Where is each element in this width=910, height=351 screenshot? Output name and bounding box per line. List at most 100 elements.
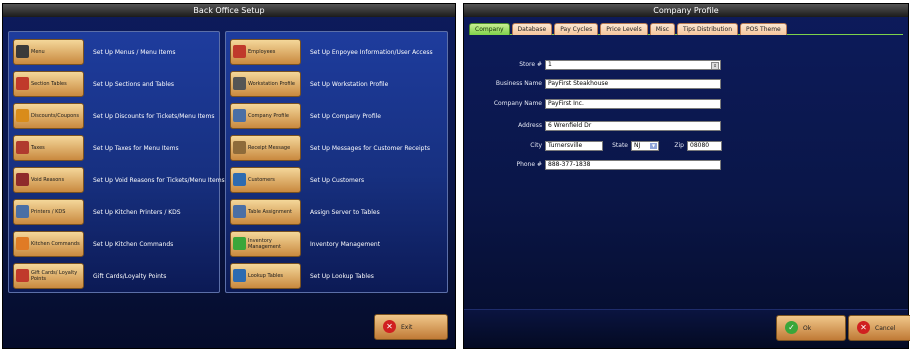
check-icon: ✓ [785,321,798,334]
printer-button[interactable]: Printers / KDS [13,199,84,225]
tab-misc[interactable]: Misc [649,23,675,35]
address-label: Address [518,122,542,129]
cancel-button[interactable]: ✕ Cancel [848,315,910,341]
store-label: Store # [519,61,542,68]
employees-button[interactable]: Employees [230,39,301,65]
state-select[interactable]: NJ ▼ [631,141,659,151]
workstation-button[interactable]: Workstation Profile [230,71,301,97]
button-label: Void Reasons [31,177,65,183]
item-description: Assign Server to Tables [310,208,380,216]
button-label: Section Tables [31,81,67,87]
item-description: Set Up Customers [310,176,365,184]
item-description: Set Up Messages for Customer Receipts [310,144,430,152]
kitchen-commands-icon [16,237,29,250]
workstation-icon [233,77,246,90]
gift-card-icon [16,269,29,282]
tab-database[interactable]: Database [511,23,553,35]
table-assignment-icon [233,205,246,218]
button-label: Menu [31,49,45,55]
button-label: Discounts/Coupons [31,113,79,119]
button-label: Company Profile [248,113,289,119]
state-value: NJ [634,142,641,149]
button-label: Gift Cards/ Loyalty Points [31,270,78,282]
ok-button[interactable]: ✓ Ok [776,315,846,341]
item-description: Set Up Workstation Profile [310,80,389,88]
printer-icon [16,205,29,218]
tab-pos-theme[interactable]: POS Theme [740,23,787,35]
spinner-icon[interactable]: ⇕ [711,62,719,69]
item-description: Set Up Sections and Tables [93,80,175,88]
chevron-down-icon[interactable]: ▼ [650,143,657,149]
back-office-window: Back Office Setup Menu Set Up Menus / Men… [2,3,456,349]
inventory-icon [233,237,246,250]
gift-card-button[interactable]: Gift Cards/ Loyalty Points [13,263,84,289]
ok-label: Ok [803,324,812,332]
company-profile-window: Company Profile Company Database Pay Cycle… [463,3,910,349]
section-tables-button[interactable]: Section Tables [13,71,84,97]
store-number-input[interactable]: 1 ⇕ [545,60,721,70]
company-name-label: Company Name [493,100,542,107]
exit-label: Exit [401,323,413,331]
receipt-icon [233,141,246,154]
tab-company[interactable]: Company [469,23,510,35]
right-menu-panel: Employees Set Up Enpoyee Information/User… [225,31,448,293]
button-label: Workstation Profile [248,81,296,87]
phone-label: Phone # [516,161,542,168]
menu-plate-icon [16,45,29,58]
discounts-icon [16,109,29,122]
tab-strip: Company Database Pay Cycles Price Levels Mis… [469,23,789,35]
button-label: Table Assignment [248,209,292,215]
action-bar: ✓ Ok ✕ Cancel [464,309,910,348]
company-profile-icon [233,109,246,122]
button-label: Taxes [31,145,45,151]
item-description: Set Up Kitchen Commands [93,240,174,248]
button-label: Inventory Management [248,238,281,250]
zip-label: Zip [674,142,684,149]
window-title: Back Office Setup [3,4,455,17]
item-description: Set Up Void Reasons for Tickets/Menu Ite… [93,176,225,184]
item-description: Set Up Company Profile [310,112,381,120]
item-description: Set Up Kitchen Printers / KDS [93,208,181,216]
cancel-label: Cancel [875,324,896,332]
company-profile-button[interactable]: Company Profile [230,103,301,129]
tab-tips-distribution[interactable]: Tips Distribution [677,23,738,35]
customers-button[interactable]: Customers [230,167,301,193]
inventory-button[interactable]: Inventory Management [230,231,301,257]
business-name-input[interactable]: PayFirst Steakhouse [545,79,721,89]
store-number-value: 1 [548,61,552,68]
void-reasons-button[interactable]: Void Reasons [13,167,84,193]
table-assignment-button[interactable]: Table Assignment [230,199,301,225]
cancel-icon: ✕ [857,321,870,334]
lookup-tables-button[interactable]: Lookup Tables [230,263,301,289]
void-reasons-icon [16,173,29,186]
item-description: Set Up Taxes for Menu Items [93,144,179,152]
button-label: Lookup Tables [248,273,284,279]
receipt-button[interactable]: Receipt Message [230,135,301,161]
company-name-input[interactable]: PayFirst Inc. [545,99,721,109]
button-label: Receipt Message [248,145,291,151]
phone-input[interactable]: 888-377-1838 [545,160,721,170]
menu-plate-button[interactable]: Menu [13,39,84,65]
button-label: Employees [248,49,276,55]
city-input[interactable]: Turnersville [545,141,603,151]
exit-icon: ✕ [383,320,396,333]
exit-button[interactable]: ✕ Exit [374,314,448,340]
section-tables-icon [16,77,29,90]
business-name-label: Business Name [495,80,542,87]
item-description: Inventory Management [310,240,381,248]
window-title: Company Profile [464,4,908,17]
tab-price-levels[interactable]: Price Levels [600,23,648,35]
button-label: Printers / KDS [31,209,66,215]
taxes-button[interactable]: Taxes [13,135,84,161]
state-label: State [612,142,628,149]
discounts-button[interactable]: Discounts/Coupons [13,103,84,129]
address-input[interactable]: 6 Wrenfield Dr [545,121,721,131]
item-description: Set Up Discounts for Tickets/Menu Items [93,112,215,120]
button-label: Kitchen Commands [31,241,80,247]
kitchen-commands-button[interactable]: Kitchen Commands [13,231,84,257]
tab-pay-cycles[interactable]: Pay Cycles [554,23,599,35]
zip-input[interactable]: 08080 [687,141,722,151]
item-description: Set Up Enpoyee Information/User Access [310,48,433,56]
city-label: City [530,142,542,149]
button-label: Customers [248,177,275,183]
